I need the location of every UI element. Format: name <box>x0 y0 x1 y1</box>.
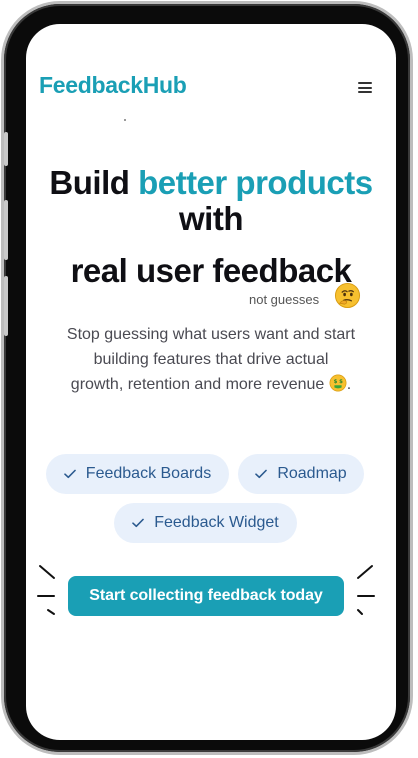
headline-accent: better products <box>138 164 373 201</box>
money-mouth-face-emoji: $ $ <box>329 374 347 392</box>
headline-text: Build <box>49 164 139 201</box>
hero-subtext: Stop guessing what users want and start … <box>66 322 356 397</box>
phone-side-button <box>4 132 8 166</box>
feature-pill-feedback-boards[interactable]: Feedback Boards <box>46 454 229 494</box>
check-icon <box>63 469 76 479</box>
phone-side-button <box>4 200 8 260</box>
svg-text:$: $ <box>339 379 343 385</box>
thinking-face-emoji <box>334 282 361 309</box>
check-icon <box>132 518 145 528</box>
not-guesses-aside: not guesses <box>249 292 320 307</box>
start-collecting-feedback-button[interactable]: Start collecting feedback today <box>68 576 344 616</box>
phone-side-button <box>4 276 8 336</box>
feature-pill-label: Feedback Widget <box>154 514 279 531</box>
right-spark-lines-icon <box>357 565 375 615</box>
brand-logo[interactable]: FeedbackHub <box>39 72 187 99</box>
feature-pill-label: Roadmap <box>277 465 347 482</box>
subtext-body: Stop guessing what users want and start … <box>66 326 356 393</box>
screen: FeedbackHub Build better products with r… <box>26 24 396 740</box>
phone-frame: FeedbackHub Build better products with r… <box>4 4 410 752</box>
feature-pill-feedback-widget[interactable]: Feedback Widget <box>114 503 297 543</box>
feature-pill-roadmap[interactable]: Roadmap <box>238 454 364 494</box>
hamburger-menu-icon[interactable] <box>358 82 372 93</box>
svg-text:$: $ <box>333 379 337 385</box>
decorative-dot <box>124 119 126 121</box>
check-icon <box>255 469 268 479</box>
feature-pill-label: Feedback Boards <box>85 465 212 482</box>
hero-headline: Build better products with real user fee… <box>26 160 396 294</box>
left-spark-lines-icon <box>37 565 55 615</box>
subtext-period: . <box>346 376 352 393</box>
